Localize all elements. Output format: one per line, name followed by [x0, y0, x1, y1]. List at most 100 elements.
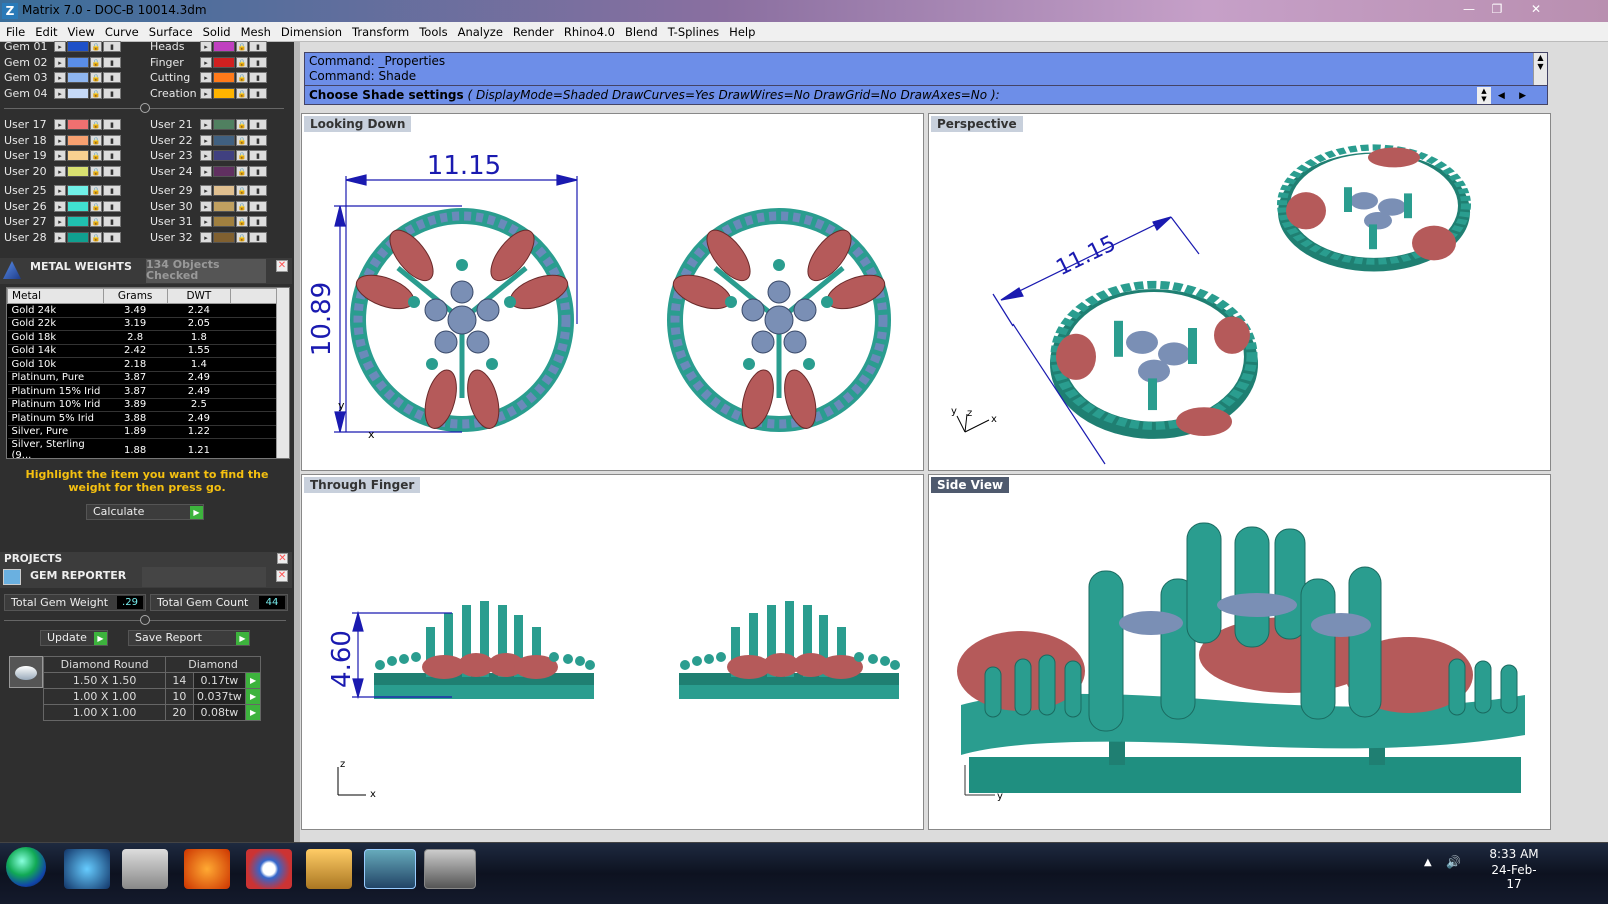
layer-color-swatch[interactable] — [67, 216, 89, 227]
menu-transform[interactable]: Transform — [352, 25, 409, 39]
layer-color-swatch[interactable] — [67, 150, 89, 161]
media-player-icon[interactable] — [122, 849, 168, 889]
projects-close-icon[interactable]: ✕ — [277, 553, 288, 564]
layer-row[interactable]: User 22 ▸ 🔒 ▮ — [150, 133, 268, 148]
table-row[interactable]: 1.00 X 1.00 20 0.08tw ▶ — [42, 704, 261, 721]
layer-row[interactable]: Gem 02 ▸ 🔒 ▮ — [4, 55, 122, 70]
lock-icon[interactable]: 🔒 — [90, 185, 102, 196]
layer-row[interactable]: User 19 ▸ 🔒 ▮ — [4, 148, 122, 163]
layer-expand-icon[interactable]: ▸ — [200, 200, 212, 212]
layer-color-swatch[interactable] — [67, 165, 89, 177]
command-scrollbar[interactable]: ▲ ▼ — [1533, 53, 1547, 85]
lock-icon[interactable]: 🔒 — [236, 216, 248, 227]
layer-color-swatch[interactable] — [213, 134, 235, 146]
layer-expand-icon[interactable]: ▸ — [54, 150, 66, 161]
layer-visibility-icon[interactable]: ▮ — [103, 231, 121, 243]
lock-icon[interactable]: 🔒 — [90, 134, 102, 146]
layer-row[interactable]: User 29 ▸ 🔒 ▮ — [150, 183, 268, 198]
layer-color-swatch[interactable] — [213, 150, 235, 161]
layer-visibility-icon[interactable]: ▮ — [249, 134, 267, 146]
lock-icon[interactable]: 🔒 — [90, 165, 102, 177]
layer-row[interactable]: User 21 ▸ 🔒 ▮ — [150, 117, 268, 132]
go-icon[interactable]: ▶ — [245, 704, 261, 721]
layer-color-swatch[interactable] — [67, 231, 89, 243]
prompt-spinner[interactable]: ▲ ▼ — [1477, 87, 1491, 104]
lock-icon[interactable]: 🔒 — [236, 231, 248, 243]
paint-icon[interactable] — [424, 849, 476, 889]
layer-row[interactable]: User 26 ▸ 🔒 ▮ — [4, 199, 122, 214]
layer-visibility-icon[interactable]: ▮ — [103, 150, 121, 161]
menu-help[interactable]: Help — [729, 25, 755, 39]
layer-color-swatch[interactable] — [67, 41, 89, 52]
calculate-dropdown[interactable]: Calculate ▶ — [86, 504, 204, 520]
layer-row[interactable]: User 32 ▸ 🔒 ▮ — [150, 230, 268, 245]
layer-row[interactable]: User 23 ▸ 🔒 ▮ — [150, 148, 268, 163]
layer-visibility-icon[interactable]: ▮ — [249, 72, 267, 83]
layer-visibility-icon[interactable]: ▮ — [103, 56, 121, 68]
table-row[interactable]: Gold 18k 2.8 1.8 — [7, 330, 277, 345]
lock-icon[interactable]: 🔒 — [90, 41, 102, 52]
table-row[interactable]: Gold 10k 2.18 1.4 — [7, 357, 277, 372]
layer-row[interactable]: User 27 ▸ 🔒 ▮ — [4, 214, 122, 229]
menu-solid[interactable]: Solid — [203, 25, 231, 39]
layer-color-swatch[interactable] — [213, 41, 235, 52]
layer-color-swatch[interactable] — [67, 56, 89, 68]
column-header[interactable]: Metal — [7, 288, 104, 304]
layer-expand-icon[interactable]: ▸ — [54, 200, 66, 212]
layer-visibility-icon[interactable]: ▮ — [103, 200, 121, 212]
layer-visibility-icon[interactable]: ▮ — [103, 185, 121, 196]
layer-expand-icon[interactable]: ▸ — [200, 56, 212, 68]
layer-visibility-icon[interactable]: ▮ — [249, 87, 267, 99]
layer-visibility-icon[interactable]: ▮ — [103, 87, 121, 99]
layer-visibility-icon[interactable]: ▮ — [103, 134, 121, 146]
layer-visibility-icon[interactable]: ▮ — [249, 185, 267, 196]
save-report-button[interactable]: Save Report ▶ — [128, 630, 250, 646]
menu-tsplines[interactable]: T-Splines — [668, 25, 719, 39]
layer-color-swatch[interactable] — [213, 87, 235, 99]
layer-expand-icon[interactable]: ▸ — [200, 41, 212, 52]
layer-visibility-icon[interactable]: ▮ — [249, 165, 267, 177]
menu-edit[interactable]: Edit — [35, 25, 57, 39]
table-row[interactable]: Gold 24k 3.49 2.24 — [7, 303, 277, 318]
menu-render[interactable]: Render — [513, 25, 554, 39]
layer-row[interactable]: Gem 03 ▸ 🔒 ▮ — [4, 70, 122, 85]
layer-expand-icon[interactable]: ▸ — [54, 165, 66, 177]
prompt-scroll-arrows[interactable]: ◀ ▶ — [1495, 87, 1545, 104]
layer-expand-icon[interactable]: ▸ — [200, 165, 212, 177]
command-prompt[interactable]: Choose Shade settings ( DisplayMode=Shad… — [304, 85, 1548, 105]
layer-visibility-icon[interactable]: ▮ — [103, 41, 121, 52]
lock-icon[interactable]: 🔒 — [90, 119, 102, 130]
prompt-options[interactable]: ( DisplayMode=Shaded DrawCurves=Yes Draw… — [464, 88, 999, 102]
restore-button[interactable]: ❐ — [1484, 0, 1510, 18]
table-row[interactable]: Platinum 15% Irid 3.87 2.49 — [7, 384, 277, 399]
lock-icon[interactable]: 🔒 — [90, 56, 102, 68]
table-row[interactable]: 1.00 X 1.00 10 0.037tw ▶ — [42, 688, 261, 705]
layer-row[interactable]: Cutting ▸ 🔒 ▮ — [150, 70, 268, 85]
layer-visibility-icon[interactable]: ▮ — [249, 200, 267, 212]
viewport-side-view[interactable]: Side View y — [928, 474, 1551, 830]
layer-visibility-icon[interactable]: ▮ — [249, 150, 267, 161]
table-row[interactable]: Platinum, Pure 3.87 2.49 — [7, 371, 277, 385]
go-icon[interactable]: ▶ — [94, 632, 107, 645]
go-icon[interactable]: ▶ — [190, 506, 203, 519]
layer-expand-icon[interactable]: ▸ — [200, 87, 212, 99]
layer-color-swatch[interactable] — [67, 200, 89, 212]
menu-curve[interactable]: Curve — [105, 25, 139, 39]
layer-visibility-icon[interactable]: ▮ — [249, 216, 267, 227]
menu-mesh[interactable]: Mesh — [241, 25, 271, 39]
layer-visibility-icon[interactable]: ▮ — [103, 165, 121, 177]
splitter-handle[interactable] — [140, 615, 150, 625]
layer-expand-icon[interactable]: ▸ — [54, 56, 66, 68]
layer-expand-icon[interactable]: ▸ — [54, 231, 66, 243]
lock-icon[interactable]: 🔒 — [236, 119, 248, 130]
layer-row[interactable]: User 28 ▸ 🔒 ▮ — [4, 230, 122, 245]
layer-color-swatch[interactable] — [213, 72, 235, 83]
lock-icon[interactable]: 🔒 — [236, 56, 248, 68]
layer-row[interactable]: Gem 04 ▸ 🔒 ▮ — [4, 86, 122, 101]
column-header[interactable]: Grams — [102, 288, 168, 304]
lock-icon[interactable]: 🔒 — [90, 216, 102, 227]
tray-arrow-icon[interactable]: ▲ — [1424, 857, 1432, 868]
viewport-looking-down[interactable]: Looking Down 11.15 10.89 y x — [301, 113, 924, 471]
table-row[interactable]: Platinum 5% Irid 3.88 2.49 — [7, 411, 277, 426]
layer-visibility-icon[interactable]: ▮ — [103, 119, 121, 130]
